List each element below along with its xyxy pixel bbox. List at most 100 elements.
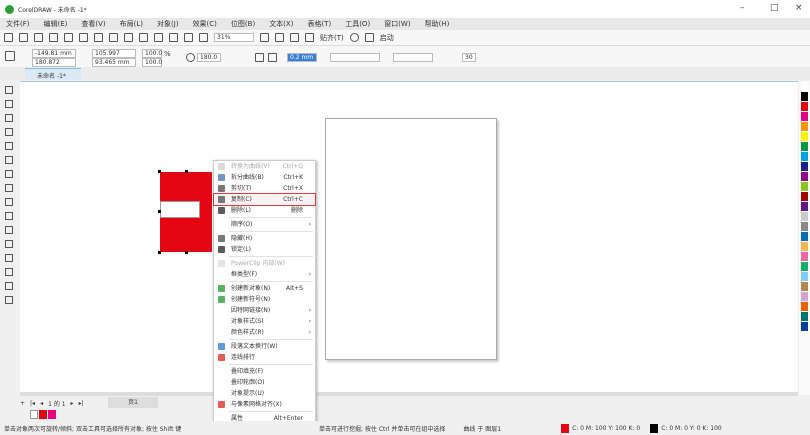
print-icon[interactable] xyxy=(79,33,88,42)
ellipse-tool-icon[interactable] xyxy=(5,184,13,192)
palette-swatch[interactable] xyxy=(801,192,808,201)
context-menu-item[interactable]: 段落文本换行(W) xyxy=(214,341,315,352)
document-tab[interactable]: 未命名 -1* xyxy=(25,68,81,80)
context-menu-item[interactable]: 对象样式(S) › xyxy=(214,316,315,327)
no-color-swatch[interactable] xyxy=(30,410,38,419)
palette-swatch[interactable] xyxy=(801,252,808,261)
zoom-tool-icon[interactable] xyxy=(5,128,13,136)
rotation-angle-field[interactable]: 180.0 xyxy=(197,53,221,62)
palette-swatch[interactable] xyxy=(801,162,808,171)
next-page-button[interactable]: ▸ xyxy=(71,400,74,407)
menu-item[interactable]: 工具(O) xyxy=(345,19,370,29)
palette-swatch[interactable] xyxy=(801,202,808,211)
mirror-horizontal-icon[interactable] xyxy=(255,53,264,62)
publish-icon[interactable] xyxy=(64,33,73,42)
palette-swatch[interactable] xyxy=(801,92,808,101)
shape-tool-icon[interactable] xyxy=(5,100,13,108)
palette-swatch[interactable] xyxy=(801,172,808,181)
menu-item[interactable]: 对象(J) xyxy=(157,19,179,29)
selection-handle[interactable] xyxy=(158,251,161,254)
outline-color-indicator[interactable] xyxy=(650,423,659,433)
mirror-vertical-icon[interactable] xyxy=(268,53,277,62)
scale-y-field[interactable]: 100.0 xyxy=(142,58,162,67)
palette-swatch[interactable] xyxy=(801,312,808,321)
parallel-dimension-icon[interactable] xyxy=(5,226,13,234)
menu-item[interactable]: 查看(V) xyxy=(81,19,105,29)
selection-handle[interactable] xyxy=(158,210,161,213)
menu-item[interactable]: 窗口(W) xyxy=(384,19,410,29)
context-menu-item[interactable]: 转换为曲线(V) Ctrl+Q xyxy=(214,161,315,172)
palette-swatch[interactable] xyxy=(801,212,808,221)
palette-swatch[interactable] xyxy=(801,152,808,161)
height-field[interactable]: 93.465 mm xyxy=(92,58,136,67)
document-page[interactable] xyxy=(325,118,497,360)
line-style-select[interactable] xyxy=(330,53,380,62)
page-tab[interactable]: 页1 xyxy=(108,397,158,408)
zoom-level-select[interactable]: 31% xyxy=(214,33,254,42)
width-field[interactable]: 105.997 mm xyxy=(92,49,136,65)
palette-swatch[interactable] xyxy=(801,122,808,131)
guidelines-icon[interactable] xyxy=(305,33,314,42)
palette-swatch[interactable] xyxy=(801,142,808,151)
corner-field[interactable]: 30 xyxy=(462,53,476,62)
context-menu-item[interactable]: 创建新对象(N) Alt+S xyxy=(214,283,315,294)
grid-icon[interactable] xyxy=(290,33,299,42)
arrowhead-select[interactable] xyxy=(393,53,433,62)
polygon-tool-icon[interactable] xyxy=(5,198,13,206)
context-menu-item[interactable]: 剪切(T) Ctrl+X xyxy=(214,183,315,194)
maximize-button[interactable]: □ xyxy=(770,3,779,13)
add-page-button[interactable]: + xyxy=(20,400,25,407)
context-menu-item[interactable]: 创建新符号(N) xyxy=(214,294,315,305)
prev-page-button[interactable]: ◂ xyxy=(40,400,43,407)
white-rectangle-object[interactable] xyxy=(160,201,200,218)
red-swatch[interactable] xyxy=(39,410,47,419)
menu-item[interactable]: 编辑(E) xyxy=(44,19,68,29)
close-button[interactable]: × xyxy=(795,3,803,13)
palette-swatch[interactable] xyxy=(801,282,808,291)
menu-item[interactable]: 布局(L) xyxy=(120,19,143,29)
context-menu-item[interactable]: 删除(L) 删除 xyxy=(214,205,315,216)
rectangle-tool-icon[interactable] xyxy=(5,170,13,178)
redo-icon[interactable] xyxy=(154,33,163,42)
minimize-button[interactable]: – xyxy=(740,3,745,13)
context-menu-item[interactable]: 对象提示(U) xyxy=(214,388,315,399)
cut-icon[interactable] xyxy=(94,33,103,42)
save-icon[interactable] xyxy=(34,33,43,42)
palette-swatch[interactable] xyxy=(801,272,808,281)
launch-button[interactable]: 启动 xyxy=(380,33,394,43)
scale-x-field[interactable]: 100.0 xyxy=(142,49,162,58)
palette-swatch[interactable] xyxy=(801,112,808,121)
selection-handle[interactable] xyxy=(185,251,188,254)
selection-handle[interactable] xyxy=(185,170,188,173)
crop-tool-icon[interactable] xyxy=(5,114,13,122)
text-tool-icon[interactable] xyxy=(5,212,13,220)
context-menu-item[interactable]: 顺序(O) › xyxy=(214,219,315,230)
horizontal-scrollbar[interactable] xyxy=(20,392,798,396)
open-icon[interactable] xyxy=(19,33,28,42)
full-screen-icon[interactable] xyxy=(260,33,269,42)
palette-swatch[interactable] xyxy=(801,302,808,311)
context-menu-item[interactable]: 与像素网格对齐(X) xyxy=(214,399,315,410)
menu-item[interactable]: 文件(F) xyxy=(6,19,30,29)
context-menu-item[interactable]: PowerClip 内部(W) xyxy=(214,258,315,269)
import-icon[interactable] xyxy=(169,33,178,42)
eyedropper-icon[interactable] xyxy=(5,282,13,290)
context-menu-item[interactable]: 叠印填充(F) xyxy=(214,366,315,377)
palette-swatch[interactable] xyxy=(801,292,808,301)
menu-item[interactable]: 位图(B) xyxy=(231,19,255,29)
new-document-icon[interactable] xyxy=(4,33,13,42)
pdf-icon[interactable] xyxy=(199,33,208,42)
context-menu-item[interactable]: 锁定(L) xyxy=(214,244,315,255)
outline-width-field[interactable]: 0.2 mm xyxy=(287,53,317,62)
context-menu-item[interactable]: 拆分曲线(B) Ctrl+K xyxy=(214,172,315,183)
y-position-field[interactable]: 180.872 mm xyxy=(32,58,76,74)
rulers-icon[interactable] xyxy=(275,33,284,42)
menu-item[interactable]: 表格(T) xyxy=(307,19,331,29)
palette-swatch[interactable] xyxy=(801,232,808,241)
magenta-swatch[interactable] xyxy=(48,410,56,419)
x-position-field[interactable]: -149.81 mm xyxy=(32,49,76,58)
reference-point-icon[interactable] xyxy=(5,51,15,61)
context-menu-item[interactable]: 连线排行 xyxy=(214,352,315,363)
menu-item[interactable]: 帮助(H) xyxy=(425,19,450,29)
menu-item[interactable]: 文本(X) xyxy=(269,19,293,29)
